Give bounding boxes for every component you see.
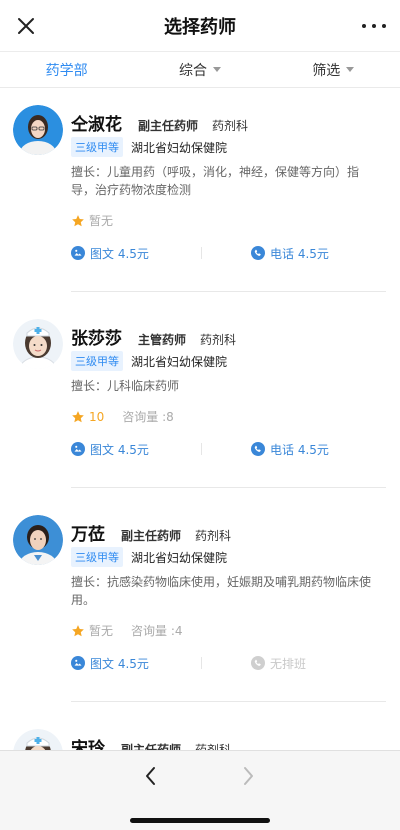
filter-bar: 药学部 综合 筛选: [0, 52, 400, 88]
hospital-name: 湖北省妇幼保健院: [131, 354, 228, 369]
rating-row: 暂无: [71, 212, 113, 229]
phone-consult-button: 无排班: [226, 655, 381, 672]
pharmacist-title: 副主任药师: [121, 529, 182, 543]
chevron-right-icon[interactable]: [238, 765, 258, 787]
hospital-name: 湖北省妇幼保健院: [131, 140, 228, 155]
text-consult-button[interactable]: 图文 4.5元: [71, 441, 226, 458]
caret-down-icon: [346, 67, 355, 72]
pharmacist-title: 副主任药师: [138, 119, 199, 133]
avatar: [13, 729, 63, 750]
home-indicator: [130, 818, 270, 823]
pharmacist-skill: 擅长：儿科临床药师: [71, 379, 180, 393]
pharmacist-name: 仝淑花: [71, 115, 122, 135]
phone-consult-button[interactable]: 电话 4.5元: [226, 441, 381, 458]
avatar: [13, 105, 63, 155]
star-icon: [72, 624, 84, 636]
rating-score: 暂无: [89, 214, 114, 228]
bottom-toolbar: [0, 750, 400, 830]
pharmacist-dept: 药剂科: [195, 529, 232, 543]
image-text-icon: [71, 442, 85, 456]
image-text-icon: [71, 656, 85, 670]
chevron-left-icon[interactable]: [141, 765, 161, 787]
rating-row: 暂无 咨询量 :4: [71, 622, 183, 639]
tab-filter[interactable]: 筛选: [267, 60, 400, 80]
rating-row: 10 咨询量 :8: [71, 408, 174, 425]
image-text-icon: [71, 246, 85, 260]
divider: [201, 443, 202, 455]
text-consult-button[interactable]: 图文 4.5元: [71, 655, 226, 672]
pharmacist-dept: 药剂科: [212, 119, 249, 133]
rating-score: 暂无: [89, 624, 114, 638]
consult-count: 咨询量 :4: [131, 624, 183, 638]
pharmacist-dept: 药剂科: [200, 333, 237, 347]
page-title: 选择药师: [164, 16, 236, 38]
star-icon: [72, 410, 84, 422]
caret-down-icon: [212, 67, 221, 72]
divider: [201, 657, 202, 669]
pharmacist-list: 仝淑花 副主任药师 药剂科 三级甲等 湖北省妇幼保健院 擅长：儿童用药（呼吸，消…: [0, 88, 400, 750]
hospital-grade-badge: 三级甲等: [71, 137, 123, 157]
divider: [71, 291, 386, 292]
phone-icon: [251, 442, 265, 456]
divider: [71, 487, 386, 488]
divider: [201, 247, 202, 259]
pharmacist-card[interactable]: 万莅 副主任药师 药剂科 三级甲等 湖北省妇幼保健院 擅长：抗感染药物临床使用，…: [0, 498, 400, 702]
pharmacist-name: 宋玲: [71, 739, 105, 750]
phone-icon: [251, 656, 265, 670]
hospital-grade-badge: 三级甲等: [71, 351, 123, 371]
phone-consult-button[interactable]: 电话 4.5元: [226, 245, 381, 262]
pharmacist-name: 张莎莎: [71, 329, 122, 349]
avatar: [13, 319, 63, 369]
text-consult-button[interactable]: 图文 4.5元: [71, 245, 226, 262]
pharmacist-skill: 擅长：儿童用药（呼吸，消化，神经，保健等方向）指导，治疗药物浓度检测: [71, 165, 360, 197]
pharmacist-card[interactable]: 仝淑花 副主任药师 药剂科 三级甲等 湖北省妇幼保健院 擅长：儿童用药（呼吸，消…: [0, 88, 400, 292]
pharmacist-name: 万莅: [71, 525, 105, 545]
pharmacist-skill: 擅长：抗感染药物临床使用，妊娠期及哺乳期药物临床使用。: [71, 575, 372, 607]
pharmacist-card[interactable]: 宋玲 副主任药师 药剂科: [0, 712, 400, 750]
pharmacist-title: 副主任药师: [121, 743, 182, 750]
hospital-name: 湖北省妇幼保健院: [131, 550, 228, 565]
tab-department[interactable]: 药学部: [0, 60, 133, 80]
tab-sort[interactable]: 综合: [133, 60, 266, 80]
pharmacist-card[interactable]: 张莎莎 主管药师 药剂科 三级甲等 湖北省妇幼保健院 擅长：儿科临床药师 10 …: [0, 302, 400, 488]
pharmacist-dept: 药剂科: [195, 743, 232, 750]
close-icon[interactable]: [14, 14, 38, 38]
phone-icon: [251, 246, 265, 260]
avatar: [13, 515, 63, 565]
hospital-grade-badge: 三级甲等: [71, 547, 123, 567]
pharmacist-title: 主管药师: [138, 333, 187, 347]
nav-header: 选择药师: [0, 0, 400, 52]
more-icon[interactable]: [362, 16, 386, 36]
star-icon: [72, 214, 84, 226]
rating-score: 10: [89, 409, 105, 424]
consult-count: 咨询量 :8: [122, 410, 174, 424]
divider: [71, 701, 386, 702]
